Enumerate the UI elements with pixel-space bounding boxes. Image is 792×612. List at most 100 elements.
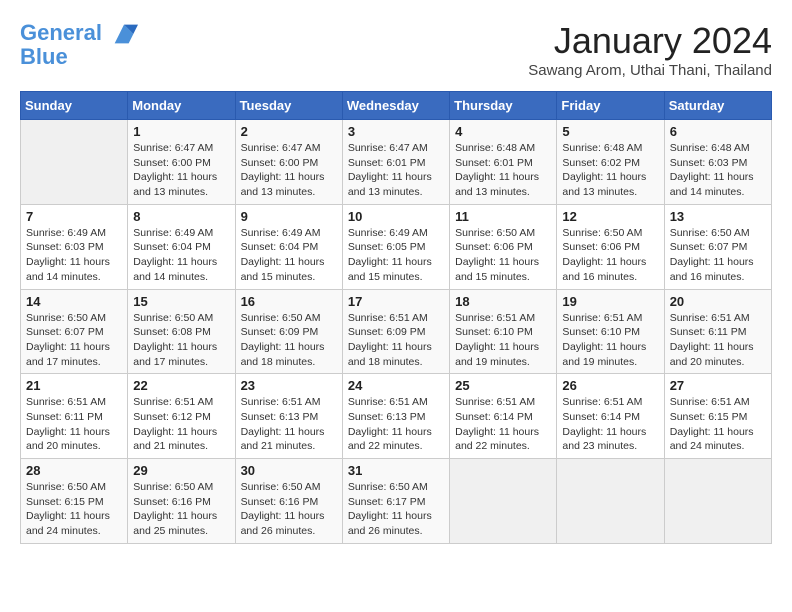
day-number: 24 — [348, 378, 444, 393]
logo: General Blue — [20, 20, 138, 70]
day-info: Sunrise: 6:50 AMSunset: 6:07 PMDaylight:… — [26, 311, 122, 370]
calendar-cell: 23 Sunrise: 6:51 AMSunset: 6:13 PMDayligh… — [235, 374, 342, 459]
day-info: Sunrise: 6:50 AMSunset: 6:06 PMDaylight:… — [455, 226, 551, 285]
day-info: Sunrise: 6:48 AMSunset: 6:02 PMDaylight:… — [562, 141, 658, 200]
calendar-cell: 29 Sunrise: 6:50 AMSunset: 6:16 PMDayligh… — [128, 459, 235, 544]
day-number: 6 — [670, 124, 766, 139]
calendar-table: SundayMondayTuesdayWednesdayThursdayFrid… — [20, 91, 772, 544]
calendar-cell: 16 Sunrise: 6:50 AMSunset: 6:09 PMDayligh… — [235, 289, 342, 374]
day-info: Sunrise: 6:51 AMSunset: 6:15 PMDaylight:… — [670, 395, 766, 454]
calendar-cell: 2 Sunrise: 6:47 AMSunset: 6:00 PMDaylight… — [235, 120, 342, 205]
calendar-cell: 9 Sunrise: 6:49 AMSunset: 6:04 PMDaylight… — [235, 204, 342, 289]
header-wednesday: Wednesday — [342, 92, 449, 120]
day-info: Sunrise: 6:50 AMSunset: 6:08 PMDaylight:… — [133, 311, 229, 370]
day-info: Sunrise: 6:47 AMSunset: 6:00 PMDaylight:… — [133, 141, 229, 200]
day-info: Sunrise: 6:50 AMSunset: 6:09 PMDaylight:… — [241, 311, 337, 370]
calendar-cell: 15 Sunrise: 6:50 AMSunset: 6:08 PMDayligh… — [128, 289, 235, 374]
calendar-cell: 20 Sunrise: 6:51 AMSunset: 6:11 PMDayligh… — [664, 289, 771, 374]
day-number: 14 — [26, 294, 122, 309]
calendar-cell: 19 Sunrise: 6:51 AMSunset: 6:10 PMDayligh… — [557, 289, 664, 374]
day-info: Sunrise: 6:48 AMSunset: 6:01 PMDaylight:… — [455, 141, 551, 200]
calendar-cell: 6Sunrise: 6:48 AMSunset: 6:03 PMDaylight… — [664, 120, 771, 205]
day-number: 11 — [455, 209, 551, 224]
day-number: 10 — [348, 209, 444, 224]
day-info: Sunrise: 6:47 AMSunset: 6:00 PMDaylight:… — [241, 141, 337, 200]
day-number: 19 — [562, 294, 658, 309]
day-info: Sunrise: 6:49 AMSunset: 6:04 PMDaylight:… — [241, 226, 337, 285]
day-number: 15 — [133, 294, 229, 309]
calendar-cell: 28 Sunrise: 6:50 AMSunset: 6:15 PMDayligh… — [21, 459, 128, 544]
calendar-cell: 10 Sunrise: 6:49 AMSunset: 6:05 PMDayligh… — [342, 204, 449, 289]
day-number: 2 — [241, 124, 337, 139]
calendar-cell: 8 Sunrise: 6:49 AMSunset: 6:04 PMDaylight… — [128, 204, 235, 289]
day-number: 9 — [241, 209, 337, 224]
day-number: 16 — [241, 294, 337, 309]
calendar-cell: 1Sunrise: 6:47 AMSunset: 6:00 PMDaylight… — [128, 120, 235, 205]
header-saturday: Saturday — [664, 92, 771, 120]
day-info: Sunrise: 6:50 AMSunset: 6:06 PMDaylight:… — [562, 226, 658, 285]
calendar-cell: 11 Sunrise: 6:50 AMSunset: 6:06 PMDayligh… — [450, 204, 557, 289]
day-number: 25 — [455, 378, 551, 393]
day-number: 12 — [562, 209, 658, 224]
day-info: Sunrise: 6:50 AMSunset: 6:15 PMDaylight:… — [26, 480, 122, 539]
day-info: Sunrise: 6:51 AMSunset: 6:13 PMDaylight:… — [241, 395, 337, 454]
day-info: Sunrise: 6:51 AMSunset: 6:10 PMDaylight:… — [455, 311, 551, 370]
calendar-cell: 24 Sunrise: 6:51 AMSunset: 6:13 PMDayligh… — [342, 374, 449, 459]
calendar-header-row: SundayMondayTuesdayWednesdayThursdayFrid… — [21, 92, 772, 120]
day-info: Sunrise: 6:51 AMSunset: 6:09 PMDaylight:… — [348, 311, 444, 370]
day-info: Sunrise: 6:50 AMSunset: 6:16 PMDaylight:… — [133, 480, 229, 539]
calendar-cell: 25 Sunrise: 6:51 AMSunset: 6:14 PMDayligh… — [450, 374, 557, 459]
day-number: 7 — [26, 209, 122, 224]
calendar-cell: 22 Sunrise: 6:51 AMSunset: 6:12 PMDayligh… — [128, 374, 235, 459]
day-info: Sunrise: 6:51 AMSunset: 6:12 PMDaylight:… — [133, 395, 229, 454]
calendar-cell: 3 Sunrise: 6:47 AMSunset: 6:01 PMDaylight… — [342, 120, 449, 205]
calendar-cell: 26Sunrise: 6:51 AMSunset: 6:14 PMDayligh… — [557, 374, 664, 459]
day-number: 27 — [670, 378, 766, 393]
calendar-cell: 12 Sunrise: 6:50 AMSunset: 6:06 PMDayligh… — [557, 204, 664, 289]
day-number: 18 — [455, 294, 551, 309]
calendar-cell: 7Sunrise: 6:49 AMSunset: 6:03 PMDaylight… — [21, 204, 128, 289]
day-info: Sunrise: 6:49 AMSunset: 6:05 PMDaylight:… — [348, 226, 444, 285]
header-monday: Monday — [128, 92, 235, 120]
header-tuesday: Tuesday — [235, 92, 342, 120]
calendar-cell: 17 Sunrise: 6:51 AMSunset: 6:09 PMDayligh… — [342, 289, 449, 374]
calendar-cell: 31 Sunrise: 6:50 AMSunset: 6:17 PMDayligh… — [342, 459, 449, 544]
day-info: Sunrise: 6:51 AMSunset: 6:11 PMDaylight:… — [26, 395, 122, 454]
day-info: Sunrise: 6:51 AMSunset: 6:14 PMDaylight:… — [562, 395, 658, 454]
calendar-cell: 5Sunrise: 6:48 AMSunset: 6:02 PMDaylight… — [557, 120, 664, 205]
header-thursday: Thursday — [450, 92, 557, 120]
calendar-cell: 27 Sunrise: 6:51 AMSunset: 6:15 PMDayligh… — [664, 374, 771, 459]
day-info: Sunrise: 6:51 AMSunset: 6:10 PMDaylight:… — [562, 311, 658, 370]
day-number: 13 — [670, 209, 766, 224]
calendar-cell: 13 Sunrise: 6:50 AMSunset: 6:07 PMDayligh… — [664, 204, 771, 289]
calendar-cell — [450, 459, 557, 544]
day-info: Sunrise: 6:47 AMSunset: 6:01 PMDaylight:… — [348, 141, 444, 200]
day-number: 3 — [348, 124, 444, 139]
day-info: Sunrise: 6:49 AMSunset: 6:04 PMDaylight:… — [133, 226, 229, 285]
day-number: 20 — [670, 294, 766, 309]
day-number: 31 — [348, 463, 444, 478]
day-info: Sunrise: 6:50 AMSunset: 6:16 PMDaylight:… — [241, 480, 337, 539]
calendar-week-2: 7Sunrise: 6:49 AMSunset: 6:03 PMDaylight… — [21, 204, 772, 289]
day-number: 4 — [455, 124, 551, 139]
header-sunday: Sunday — [21, 92, 128, 120]
day-number: 23 — [241, 378, 337, 393]
calendar-week-1: 1Sunrise: 6:47 AMSunset: 6:00 PMDaylight… — [21, 120, 772, 205]
day-number: 28 — [26, 463, 122, 478]
day-number: 29 — [133, 463, 229, 478]
day-info: Sunrise: 6:50 AMSunset: 6:07 PMDaylight:… — [670, 226, 766, 285]
month-title: January 2024 — [528, 20, 772, 62]
day-info: Sunrise: 6:51 AMSunset: 6:14 PMDaylight:… — [455, 395, 551, 454]
calendar-week-4: 21Sunrise: 6:51 AMSunset: 6:11 PMDayligh… — [21, 374, 772, 459]
calendar-cell: 14 Sunrise: 6:50 AMSunset: 6:07 PMDayligh… — [21, 289, 128, 374]
day-number: 22 — [133, 378, 229, 393]
calendar-cell: 4 Sunrise: 6:48 AMSunset: 6:01 PMDaylight… — [450, 120, 557, 205]
calendar-cell: 18 Sunrise: 6:51 AMSunset: 6:10 PMDayligh… — [450, 289, 557, 374]
calendar-cell: 30Sunrise: 6:50 AMSunset: 6:16 PMDayligh… — [235, 459, 342, 544]
day-number: 8 — [133, 209, 229, 224]
day-number: 17 — [348, 294, 444, 309]
day-info: Sunrise: 6:51 AMSunset: 6:11 PMDaylight:… — [670, 311, 766, 370]
day-info: Sunrise: 6:51 AMSunset: 6:13 PMDaylight:… — [348, 395, 444, 454]
day-info: Sunrise: 6:50 AMSunset: 6:17 PMDaylight:… — [348, 480, 444, 539]
calendar-cell — [664, 459, 771, 544]
